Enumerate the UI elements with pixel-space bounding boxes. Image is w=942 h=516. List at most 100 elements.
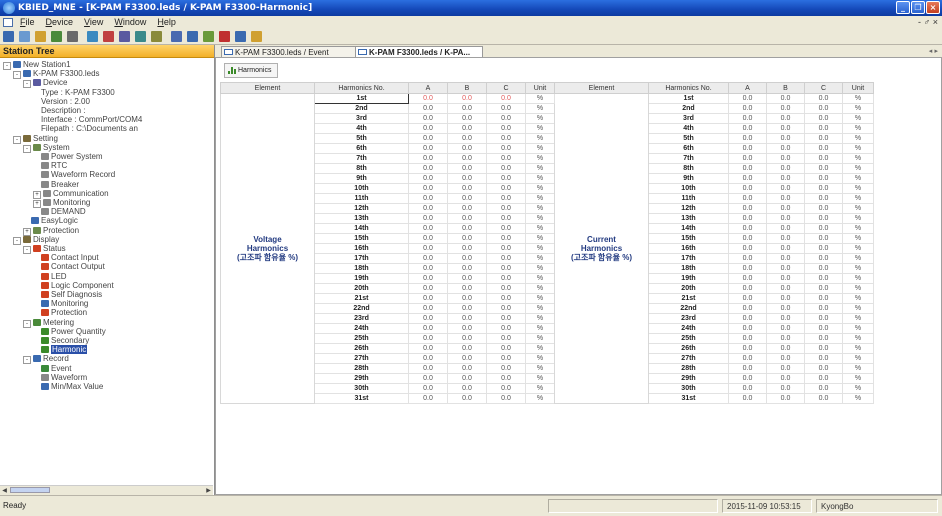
- harmonic-order[interactable]: 21st: [648, 293, 729, 304]
- harmonic-order[interactable]: 28th: [314, 363, 409, 374]
- expand-icon[interactable]: +: [33, 200, 41, 208]
- tree-item-setting[interactable]: - Setting: [13, 134, 58, 144]
- harmonic-order[interactable]: 19th: [314, 273, 409, 284]
- tree-item-communication[interactable]: + Communication: [33, 189, 109, 199]
- tree-item-rtc[interactable]: RTC: [41, 161, 67, 170]
- tree-item-metering[interactable]: - Metering: [23, 318, 74, 328]
- harmonic-order[interactable]: 22nd: [314, 303, 409, 314]
- collapse-icon[interactable]: -: [13, 71, 21, 80]
- collapse-icon[interactable]: -: [23, 246, 31, 254]
- help-icon[interactable]: [251, 31, 262, 42]
- harmonic-order[interactable]: 7th: [648, 153, 729, 164]
- tree-item-secondary[interactable]: Secondary: [41, 336, 89, 345]
- new-icon[interactable]: [3, 31, 14, 42]
- tree-item-self-diagnosis[interactable]: Self Diagnosis: [41, 290, 102, 299]
- disconnect-icon[interactable]: [171, 31, 182, 42]
- harmonic-order[interactable]: 2nd: [314, 103, 409, 114]
- collapse-icon[interactable]: -: [13, 135, 21, 144]
- write-icon[interactable]: [203, 31, 214, 42]
- tree-item-contact-output[interactable]: Contact Output: [41, 262, 105, 271]
- harmonic-order[interactable]: 5th: [648, 133, 729, 144]
- harmonic-order[interactable]: 6th: [648, 143, 729, 154]
- harmonic-order[interactable]: 29th: [314, 373, 409, 384]
- tree-item-led[interactable]: LED: [41, 272, 67, 281]
- harmonic-order[interactable]: 3rd: [314, 113, 409, 124]
- tree-horizontal-scrollbar[interactable]: ◀ ▶: [0, 485, 213, 495]
- harmonic-order[interactable]: 6th: [314, 143, 409, 154]
- close-button[interactable]: ×: [926, 1, 940, 14]
- harmonic-order[interactable]: 26th: [648, 343, 729, 354]
- tree-item-device[interactable]: - Device: [23, 78, 67, 89]
- delete-icon[interactable]: [219, 31, 230, 42]
- tree-item-demand[interactable]: DEMAND: [41, 207, 86, 216]
- read-icon[interactable]: [187, 31, 198, 42]
- collapse-icon[interactable]: -: [13, 236, 21, 245]
- harmonic-order[interactable]: 31st: [314, 393, 409, 404]
- mdi-controls[interactable]: - ♂ ×: [918, 16, 938, 29]
- harmonic-order[interactable]: 2nd: [648, 103, 729, 114]
- harmonic-order[interactable]: 10th: [314, 183, 409, 194]
- tree-item-waveform-record[interactable]: Waveform Record: [41, 170, 115, 179]
- harmonic-order[interactable]: 23rd: [314, 313, 409, 324]
- harmonic-order[interactable]: 30th: [314, 383, 409, 394]
- harmonic-order[interactable]: 8th: [648, 163, 729, 174]
- connect-icon[interactable]: [151, 31, 162, 42]
- tree-item-record[interactable]: - Record: [23, 354, 69, 365]
- tree-item-k-pam-f3300-leds[interactable]: - K-PAM F3300.leds: [13, 69, 100, 80]
- harmonic-order[interactable]: 19th: [648, 273, 729, 284]
- harmonic-order[interactable]: 1st: [314, 93, 409, 104]
- tree-item-waveform[interactable]: Waveform: [41, 373, 87, 382]
- tree-item-event[interactable]: Event: [41, 364, 71, 373]
- harmonic-order[interactable]: 14th: [648, 223, 729, 234]
- harmonic-order[interactable]: 20th: [648, 283, 729, 294]
- menu-device[interactable]: Device: [46, 16, 74, 29]
- menu-window[interactable]: Window: [114, 16, 146, 29]
- harmonic-order[interactable]: 23rd: [648, 313, 729, 324]
- tab-event[interactable]: K-PAM F3300.leds / Event: [221, 46, 356, 57]
- tree-item-description[interactable]: Description :: [41, 106, 85, 115]
- harmonic-order[interactable]: 5th: [314, 133, 409, 144]
- harmonic-order[interactable]: 27th: [648, 353, 729, 364]
- menu-help[interactable]: Help: [157, 16, 176, 29]
- tree-item-power-system[interactable]: Power System: [41, 152, 103, 161]
- harmonic-order[interactable]: 14th: [314, 223, 409, 234]
- tree-item-monitoring[interactable]: Monitoring: [41, 299, 88, 308]
- tree-item-interface-commport-com4[interactable]: Interface : CommPort/COM4: [41, 115, 142, 124]
- open-icon[interactable]: [19, 31, 30, 42]
- collapse-icon[interactable]: -: [23, 144, 31, 153]
- harmonic-order[interactable]: 11th: [314, 193, 409, 204]
- harmonic-order[interactable]: 18th: [648, 263, 729, 274]
- tree-item-display[interactable]: - Display: [13, 235, 59, 245]
- paste-icon[interactable]: [103, 31, 114, 42]
- collapse-icon[interactable]: -: [23, 319, 31, 328]
- menu-file[interactable]: File: [20, 16, 35, 29]
- harmonic-order[interactable]: 13th: [648, 213, 729, 224]
- cut-icon[interactable]: [67, 31, 78, 42]
- harmonic-order[interactable]: 15th: [648, 233, 729, 244]
- copy-icon[interactable]: [87, 31, 98, 42]
- harmonic-order[interactable]: 15th: [314, 233, 409, 244]
- tree-item-breaker[interactable]: Breaker: [41, 180, 79, 189]
- harmonic-order[interactable]: 17th: [314, 253, 409, 264]
- tree-item-type-k-pam-f3300[interactable]: Type : K-PAM F3300: [41, 88, 115, 97]
- menu-view[interactable]: View: [84, 16, 103, 29]
- tab-harmonic[interactable]: K-PAM F3300.leds / K-PA...: [355, 46, 483, 57]
- harmonic-order[interactable]: 26th: [314, 343, 409, 354]
- tree-item-logic-component[interactable]: Logic Component: [41, 281, 114, 290]
- tree-item-filepath-c-documents-an[interactable]: Filepath : C:\Documents an: [41, 124, 138, 133]
- harmonic-order[interactable]: 27th: [314, 353, 409, 364]
- harmonic-order[interactable]: 11th: [648, 193, 729, 204]
- harmonic-order[interactable]: 31st: [648, 393, 729, 404]
- harmonic-order[interactable]: 8th: [314, 163, 409, 174]
- harmonic-order[interactable]: 4th: [648, 123, 729, 134]
- tree-item-harmonic[interactable]: Harmonic: [41, 345, 88, 355]
- harmonic-order[interactable]: 1st: [648, 93, 729, 104]
- collapse-icon[interactable]: -: [23, 80, 31, 89]
- print-icon[interactable]: [51, 31, 62, 42]
- harmonic-order[interactable]: 16th: [648, 243, 729, 254]
- harmonic-order[interactable]: 10th: [648, 183, 729, 194]
- redo-icon[interactable]: [135, 31, 146, 42]
- harmonic-order[interactable]: 20th: [314, 283, 409, 294]
- harmonic-order[interactable]: 12th: [648, 203, 729, 214]
- tree-item-power-quantity[interactable]: Power Quantity: [41, 327, 106, 336]
